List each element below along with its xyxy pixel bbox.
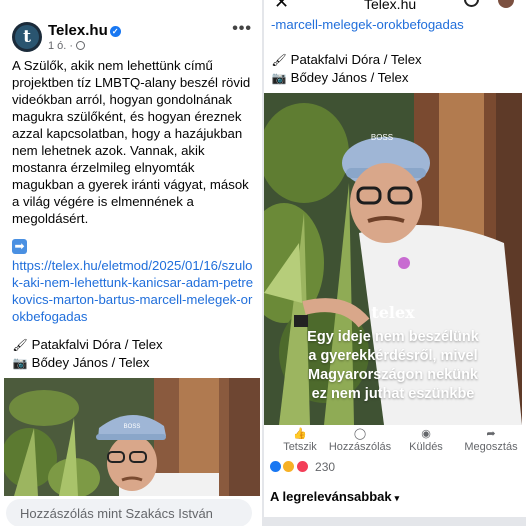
chevron-down-icon: ▾ — [394, 493, 400, 503]
top-navigation: ✕ Telex.hu — [264, 0, 526, 14]
arrow-right-icon: ➡ — [12, 239, 27, 254]
close-icon[interactable]: ✕ — [274, 0, 289, 13]
send-button[interactable]: ◉ Küldés — [404, 428, 448, 453]
credit-photo: 📷 Bődey János / Telex — [12, 354, 256, 372]
haha-reaction-icon — [282, 460, 296, 473]
love-reaction-icon — [295, 460, 309, 473]
comment-sort-dropdown[interactable]: A legrelevánsabbak ▾ — [270, 489, 399, 504]
camera-icon: 📷 — [271, 71, 287, 85]
article-link-tail[interactable]: -marcell-melegek-orokbefogadas — [271, 17, 464, 32]
post-text: A Szülők, akik nem lehettünk című projek… — [12, 57, 256, 372]
comment-input[interactable]: Hozzászólás mint Szakács István — [6, 499, 252, 526]
portrait-photo: BOSS — [4, 378, 260, 496]
nav-title: Telex.hu — [364, 0, 417, 12]
credit-design-text: Patakfalvi Dóra / Telex — [31, 337, 163, 352]
post-header: t Telex.hu ✓ 1 ó. · ••• — [8, 20, 258, 60]
paintbrush-icon: 🖌 — [271, 53, 287, 67]
page-name[interactable]: Telex.hu ✓ — [48, 22, 121, 39]
page-avatar[interactable]: t — [12, 22, 42, 52]
share-icon: ➦ — [486, 428, 496, 440]
post-image-preview[interactable]: BOSS — [4, 378, 260, 496]
cap-logo: BOSS — [371, 133, 393, 142]
share-label: Megosztás — [464, 441, 518, 453]
globe-icon — [76, 41, 86, 50]
divider — [264, 517, 526, 526]
profile-avatar[interactable] — [498, 0, 514, 8]
like-reaction-icon — [269, 460, 282, 473]
share-button[interactable]: ➦ Megosztás — [460, 428, 522, 453]
post-time[interactable]: 1 ó. — [48, 40, 66, 52]
post-paragraph: A Szülők, akik nem lehettünk című projek… — [12, 58, 251, 226]
messenger-icon: ◉ — [421, 428, 431, 440]
like-label: Tetszik — [283, 441, 317, 453]
camera-icon: 📷 — [12, 356, 28, 370]
credit-design-text: Patakfalvi Dóra / Telex — [290, 52, 422, 67]
credit-design: 🖌 Patakfalvi Dóra / Telex — [271, 52, 422, 67]
paintbrush-icon: 🖌 — [12, 338, 28, 352]
sort-label: A legrelevánsabbak — [270, 489, 392, 504]
more-options-icon[interactable]: ••• — [232, 20, 252, 38]
post-image[interactable]: BOSS telex Egy ideje nem beszélünk a gye… — [264, 93, 522, 425]
credit-photo-text: Bődey János / Telex — [290, 70, 409, 85]
reaction-count: 230 — [315, 460, 336, 474]
reaction-summary[interactable]: 230 — [269, 460, 335, 476]
image-caption: Egy ideje nem beszélünk a gyerekkérdésrő… — [264, 328, 522, 404]
comment-icon: ◯ — [353, 428, 367, 440]
comment-button[interactable]: ◯ Hozzászólás — [324, 428, 396, 453]
caption-line: ez nem juthat eszünkbe — [311, 386, 475, 402]
credits: 🖌 Patakfalvi Dóra / Telex 📷 Bődey János … — [12, 336, 256, 372]
comment-label: Hozzászólás — [328, 441, 392, 453]
like-icon: 👍 — [293, 428, 307, 440]
caption-line: Magyarországon nekünk — [307, 367, 478, 383]
credit-photo-text: Bődey János / Telex — [31, 355, 150, 370]
credit-design: 🖌 Patakfalvi Dóra / Telex — [12, 336, 256, 354]
page-name-text[interactable]: Telex.hu — [48, 22, 108, 39]
post-panel-left: t Telex.hu ✓ 1 ó. · ••• A Szülők, akik ne… — [0, 0, 262, 526]
cap-logo: BOSS — [124, 424, 141, 430]
caption-line: a gyerekkérdésről, mivel — [308, 348, 478, 364]
caption-line: Egy ideje nem beszélünk — [307, 329, 479, 345]
send-label: Küldés — [409, 441, 443, 453]
like-button[interactable]: 👍 Tetszik — [278, 428, 322, 453]
post-meta: 1 ó. · — [48, 40, 86, 52]
search-icon[interactable] — [464, 0, 479, 7]
verified-icon: ✓ — [109, 26, 121, 37]
page-avatar-logo: t — [15, 25, 39, 49]
telex-watermark: telex — [371, 303, 415, 322]
post-link-block: ➡ https://telex.hu/eletmod/2025/01/16/sz… — [12, 237, 256, 325]
post-actions: 👍 Tetszik ◯ Hozzászólás ◉ Küldés ➦ Megos… — [264, 428, 526, 456]
credit-photo: 📷 Bődey János / Telex — [271, 70, 409, 85]
post-panel-right: ✕ Telex.hu -marcell-melegek-orokbefogada… — [264, 0, 526, 526]
article-link[interactable]: https://telex.hu/eletmod/2025/01/16/szul… — [12, 257, 256, 325]
